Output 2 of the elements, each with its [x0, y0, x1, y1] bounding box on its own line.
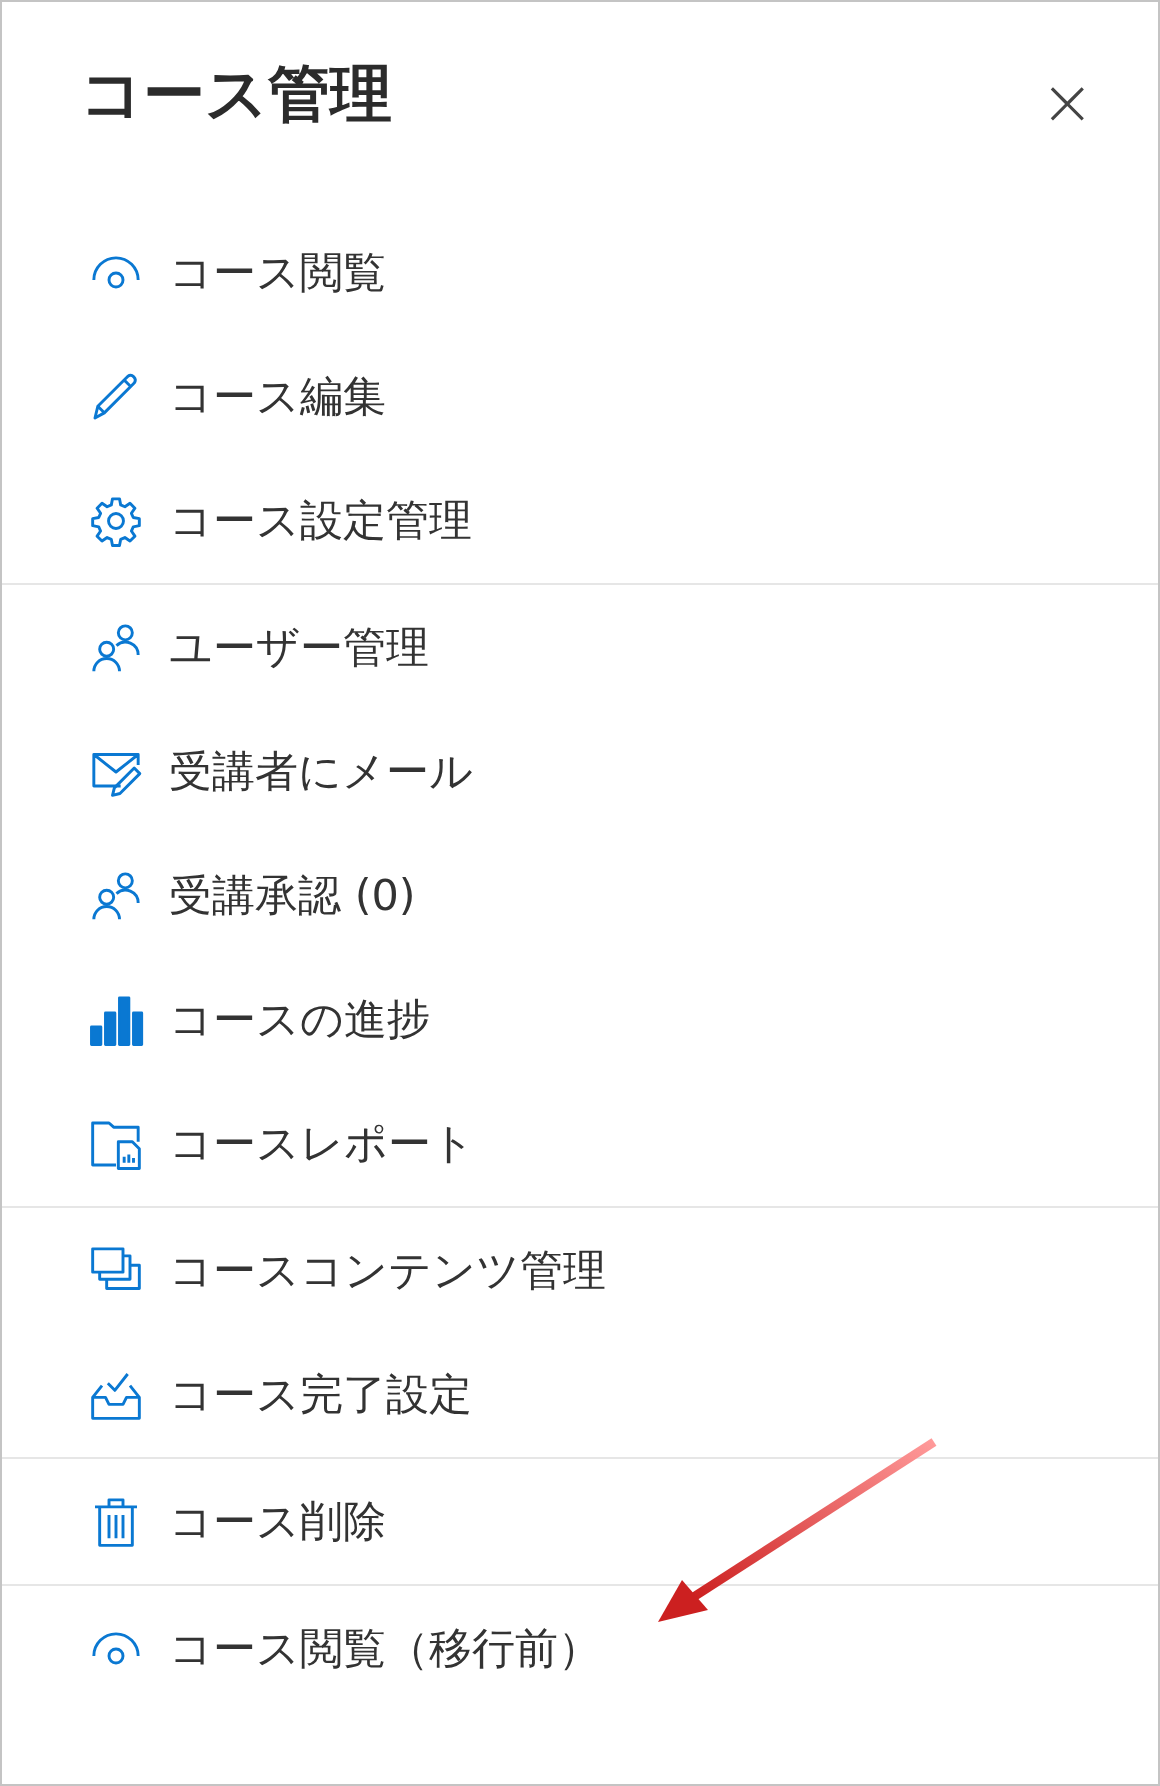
close-button[interactable]: ×: [1036, 70, 1098, 134]
panel-title: コース管理: [80, 60, 392, 129]
